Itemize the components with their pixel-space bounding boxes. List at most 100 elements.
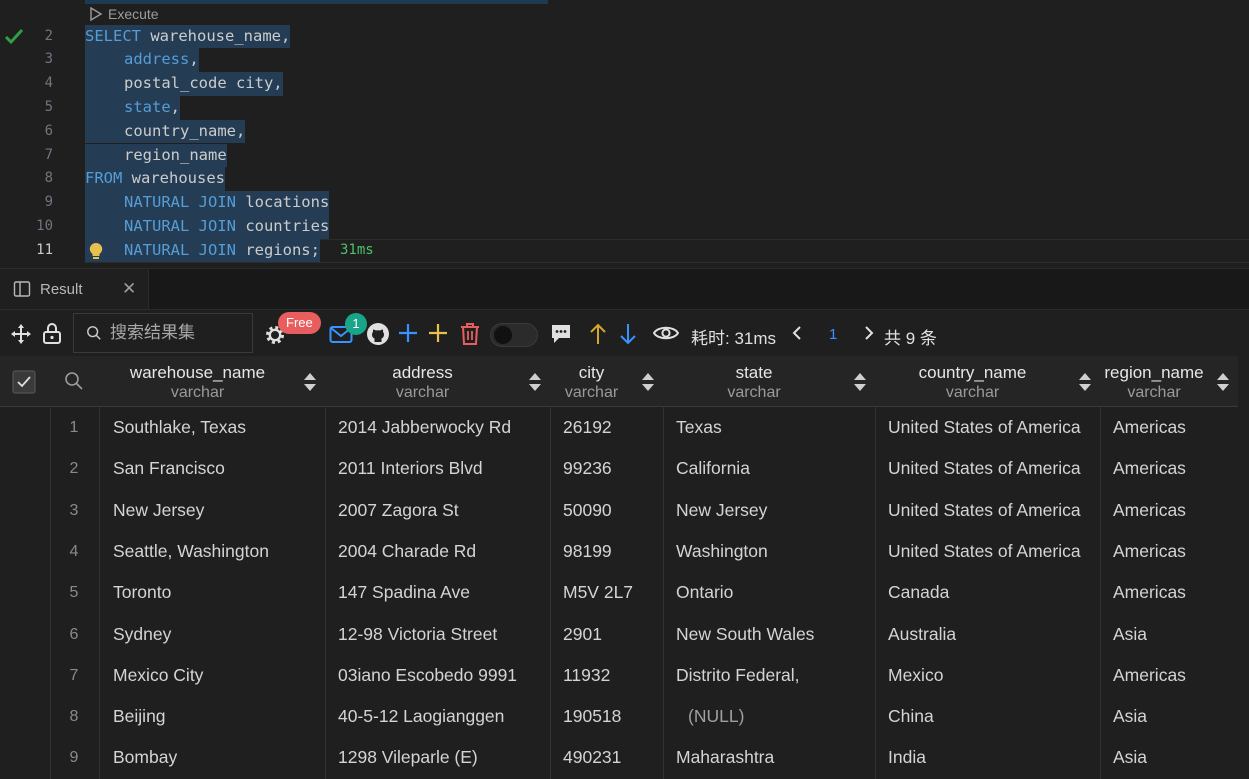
table-cell[interactable]: United States of America	[888, 407, 1097, 448]
code-text[interactable]: address,	[85, 48, 199, 73]
column-header-warehouse-name[interactable]: warehouse_name varchar	[100, 356, 295, 406]
table-cell[interactable]: Toronto	[113, 572, 322, 613]
table-cell[interactable]: 98199	[563, 531, 660, 572]
code-line[interactable]: 7 region_name	[0, 143, 1249, 168]
lightbulb-icon[interactable]	[89, 242, 103, 260]
search-input[interactable]	[108, 322, 252, 344]
table-cell[interactable]: Americas	[1113, 572, 1235, 613]
column-header-address[interactable]: address varchar	[325, 356, 520, 406]
table-cell[interactable]: 1298 Vileparle (E)	[338, 737, 547, 778]
table-cell[interactable]: Seattle, Washington	[113, 531, 322, 572]
table-cell[interactable]: Americas	[1113, 490, 1235, 531]
table-cell[interactable]: (NULL)	[676, 696, 884, 737]
insert-row-icon[interactable]	[428, 323, 448, 343]
table-cell[interactable]: United States of America	[888, 490, 1097, 531]
execute-codelens[interactable]: Execute	[88, 4, 159, 24]
code-line[interactable]: 8 FROM warehouses	[0, 167, 1249, 192]
table-row[interactable]: 9 Bombay 1298 Vileparle (E) 490231 Maharasht…	[0, 737, 1249, 778]
close-icon[interactable]: ✕	[122, 279, 136, 299]
table-cell[interactable]: New Jersey	[676, 490, 872, 531]
code-text[interactable]: NATURAL JOIN locations	[85, 191, 330, 215]
table-cell[interactable]: Asia	[1113, 614, 1235, 655]
table-cell[interactable]: Beijing	[113, 696, 322, 737]
eye-icon[interactable]	[653, 324, 679, 342]
code-text[interactable]: postal_code city,	[85, 72, 283, 96]
table-row[interactable]: 8 Beijing 40-5-12 Laogianggen 190518 (NULL) C…	[0, 696, 1249, 737]
table-row[interactable]: 2 San Francisco 2011 Interiors Blvd 99236 Ca…	[0, 448, 1249, 489]
trash-icon[interactable]	[459, 322, 481, 346]
table-cell[interactable]: 490231	[563, 737, 660, 778]
page-number[interactable]: 1	[829, 326, 837, 343]
tab-result[interactable]: Result ✕	[0, 269, 149, 309]
table-cell[interactable]: Distrito Federal,	[676, 655, 872, 696]
table-cell[interactable]: Americas	[1113, 448, 1235, 489]
table-cell[interactable]: Sydney	[113, 614, 322, 655]
sort-icon[interactable]	[641, 372, 655, 392]
table-cell[interactable]: Australia	[888, 614, 1097, 655]
column-header-city[interactable]: city varchar	[550, 356, 633, 406]
sort-icon[interactable]	[1078, 372, 1092, 392]
table-row[interactable]: 3 New Jersey 2007 Zagora St 50090 New Jersey…	[0, 490, 1249, 531]
table-cell[interactable]: 11932	[563, 655, 660, 696]
sort-icon[interactable]	[528, 372, 542, 392]
table-cell[interactable]: M5V 2L7	[563, 572, 660, 613]
table-cell[interactable]: Canada	[888, 572, 1097, 613]
table-cell[interactable]: 40-5-12 Laogianggen	[338, 696, 547, 737]
code-line[interactable]: 4 postal_code city,	[0, 72, 1249, 96]
code-text[interactable]: FROM warehouses	[85, 167, 225, 192]
table-cell[interactable]: United States of America	[888, 531, 1097, 572]
code-text[interactable]: NATURAL JOIN regions;	[85, 238, 320, 263]
github-icon[interactable]	[366, 322, 390, 346]
table-row[interactable]: 4 Seattle, Washington 2004 Charade Rd 98199…	[0, 531, 1249, 572]
code-line[interactable]: 3 address,	[0, 48, 1249, 73]
table-cell[interactable]: California	[676, 448, 872, 489]
table-cell[interactable]: New South Wales	[676, 614, 872, 655]
code-line[interactable]: 10 NATURAL JOIN countries	[0, 214, 1249, 239]
table-cell[interactable]: Mexico	[888, 655, 1097, 696]
column-header-state[interactable]: state varchar	[663, 356, 845, 406]
table-cell[interactable]: Mexico City	[113, 655, 322, 696]
table-row[interactable]: 5 Toronto 147 Spadina Ave M5V 2L7 Ontario Can…	[0, 572, 1249, 613]
table-cell[interactable]: United States of America	[888, 448, 1097, 489]
code-text[interactable]: country_name,	[85, 119, 246, 144]
code-text[interactable]: NATURAL JOIN countries	[85, 214, 330, 239]
code-text[interactable]: state,	[85, 95, 181, 120]
edit-toggle[interactable]	[490, 323, 538, 347]
table-cell[interactable]: San Francisco	[113, 448, 322, 489]
comment-icon[interactable]	[550, 323, 572, 345]
column-header-country-name[interactable]: country_name varchar	[875, 356, 1070, 406]
search-box[interactable]	[73, 313, 253, 353]
table-cell[interactable]: 2004 Charade Rd	[338, 531, 547, 572]
table-cell[interactable]: China	[888, 696, 1097, 737]
table-cell[interactable]: Americas	[1113, 407, 1235, 448]
chevron-left-icon[interactable]	[791, 325, 803, 341]
code-line[interactable]: 5 state,	[0, 95, 1249, 120]
table-cell[interactable]: 2901	[563, 614, 660, 655]
code-text[interactable]: region_name	[85, 143, 227, 168]
lock-icon[interactable]	[41, 322, 63, 344]
table-cell[interactable]: Texas	[676, 407, 872, 448]
table-cell[interactable]: Americas	[1113, 531, 1235, 572]
code-line[interactable]: 9 NATURAL JOIN locations	[0, 191, 1249, 215]
table-cell[interactable]: Washington	[676, 531, 872, 572]
table-cell[interactable]: 03iano Escobedo 9991	[338, 655, 547, 696]
add-icon[interactable]	[398, 323, 418, 343]
table-cell[interactable]: Asia	[1113, 696, 1235, 737]
code-line[interactable]: 6 country_name,	[0, 119, 1249, 144]
code-line[interactable]: 2 SELECT warehouse_name,	[0, 24, 1249, 49]
sql-editor[interactable]: Execute 2 SELECT warehouse_name, 3 address,…	[0, 0, 1249, 268]
table-cell[interactable]: 147 Spadina Ave	[338, 572, 547, 613]
table-row[interactable]: 1 Southlake, Texas 2014 Jabberwocky Rd 2619…	[0, 407, 1249, 448]
table-cell[interactable]: Americas	[1113, 655, 1235, 696]
select-all-checkbox[interactable]	[12, 370, 36, 394]
table-cell[interactable]: 26192	[563, 407, 660, 448]
table-cell[interactable]: Asia	[1113, 737, 1235, 778]
table-cell[interactable]: India	[888, 737, 1097, 778]
table-cell[interactable]: Bombay	[113, 737, 322, 778]
table-cell[interactable]: New Jersey	[113, 490, 322, 531]
table-cell[interactable]: 2011 Interiors Blvd	[338, 448, 547, 489]
table-cell[interactable]: 2014 Jabberwocky Rd	[338, 407, 547, 448]
table-cell[interactable]: Ontario	[676, 572, 872, 613]
table-cell[interactable]: 99236	[563, 448, 660, 489]
chevron-right-icon[interactable]	[863, 325, 875, 341]
